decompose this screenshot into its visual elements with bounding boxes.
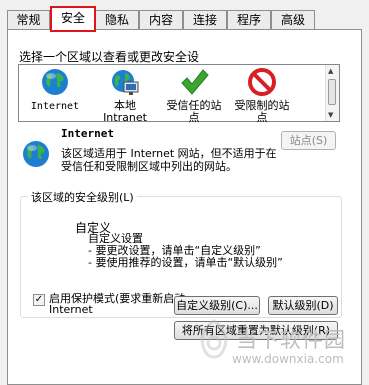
selected-zone-name: Internet xyxy=(61,127,114,140)
checkmark-icon xyxy=(181,69,209,95)
sites-button[interactable]: 站点(S) xyxy=(281,131,336,150)
zone-trusted-sites[interactable]: 受信任的站 点 xyxy=(160,67,228,124)
tab-advanced[interactable]: 高级 xyxy=(271,10,315,29)
zone-list: Internet 本地 Intranet 受信任的站 点 受限制的站 点 ▲ ▼ xyxy=(18,64,340,124)
custom-level-button[interactable]: 自定义级别(C)... xyxy=(174,296,260,315)
zone-label: Internet xyxy=(30,101,80,112)
zone-local-intranet[interactable]: 本地 Intranet xyxy=(99,67,151,124)
prohibited-icon xyxy=(248,68,276,96)
zone-list-scrollbar[interactable]: ▲ ▼ xyxy=(325,65,339,121)
tab-connections[interactable]: 连接 xyxy=(183,10,227,29)
zone-label: 受信任的站 点 xyxy=(166,99,222,124)
tab-content[interactable]: 内容 xyxy=(139,10,183,29)
scroll-up-icon[interactable]: ▲ xyxy=(328,67,333,75)
zone-label: 本地 Intranet xyxy=(103,99,147,124)
zone-internet[interactable]: Internet xyxy=(29,67,81,113)
scrollbar-thumb[interactable] xyxy=(328,79,336,105)
tab-programs[interactable]: 程序 xyxy=(227,10,271,29)
tab-bar: 常规 安全 隐私 内容 连接 程序 高级 xyxy=(0,0,369,32)
watermark-text: 当下软件园 xyxy=(236,328,346,352)
level-line: - 要使用推荐的设置，请单击“默认级别” xyxy=(88,256,283,269)
tab-general[interactable]: 常规 xyxy=(7,10,50,29)
protected-mode-checkbox[interactable]: ✓ xyxy=(33,294,45,306)
zone-restricted-sites[interactable]: 受限制的站 点 xyxy=(228,67,296,124)
globe-icon xyxy=(42,69,68,95)
intranet-globe-icon xyxy=(112,70,139,95)
watermark-logo xyxy=(200,319,228,359)
internet-zone-globe-icon xyxy=(23,141,49,167)
default-level-button[interactable]: 默认级别(D) xyxy=(268,296,338,315)
watermark-url: www.downxia.com xyxy=(232,352,344,366)
zone-label: 受限制的站 点 xyxy=(234,99,290,124)
security-level-group-label: 该区域的安全级别(L) xyxy=(28,189,137,205)
tab-security[interactable]: 安全 xyxy=(51,6,95,31)
zone-select-title: 选择一个区域以查看或更改安全设 xyxy=(19,50,200,64)
selected-zone-description: 该区域适用于 Internet 网站，但不适用于在受信任和受限制区域中列出的网站… xyxy=(61,147,277,173)
scroll-down-icon[interactable]: ▼ xyxy=(328,111,333,119)
tab-privacy[interactable]: 隐私 xyxy=(95,10,139,29)
security-level-description: 自定义设置 - 要更改设置，请单击“自定义级别” - 要使用推荐的设置，请单击“… xyxy=(88,233,283,269)
